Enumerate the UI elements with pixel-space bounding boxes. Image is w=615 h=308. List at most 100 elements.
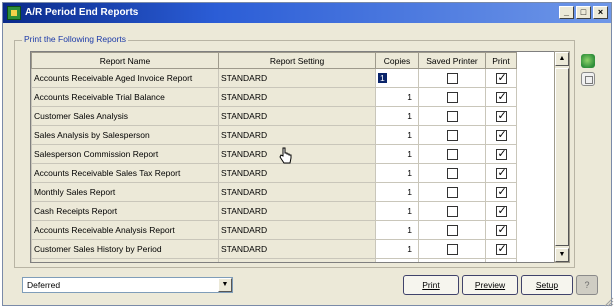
report-setting-cell[interactable]: STANDARD — [218, 201, 376, 221]
copies-cell[interactable]: 1 — [375, 163, 419, 183]
report-setting-cell[interactable]: STANDARD — [218, 182, 376, 202]
print-checkbox[interactable] — [495, 185, 507, 198]
copies-cell[interactable]: 1 — [375, 182, 419, 202]
report-setting-cell[interactable]: STANDARD — [218, 239, 376, 259]
row-filler — [516, 68, 557, 88]
print-checkbox[interactable] — [495, 128, 507, 141]
row-filler — [516, 239, 557, 259]
row-filler — [516, 201, 557, 221]
preview-button[interactable]: Preview — [462, 275, 518, 295]
copies-cell[interactable]: 1 — [375, 125, 419, 145]
saved-printer-cell — [418, 106, 486, 126]
print-checkbox[interactable] — [495, 90, 507, 103]
report-setting-cell[interactable]: STANDARD — [218, 144, 376, 164]
copies-cell[interactable]: 1 — [375, 68, 419, 88]
report-setting-cell[interactable]: STANDARD — [218, 220, 376, 240]
report-setting-cell[interactable]: STANDARD — [218, 87, 376, 107]
scroll-down-arrow-icon[interactable]: ▼ — [555, 248, 569, 262]
maximize-button[interactable]: □ — [576, 6, 591, 19]
copies-cell[interactable]: 1 — [375, 144, 419, 164]
refresh-icon[interactable] — [581, 54, 595, 68]
print-button[interactable]: Print — [403, 275, 459, 295]
setup-button[interactable]: Setup — [521, 275, 573, 295]
saved-printer-checkbox[interactable] — [446, 243, 458, 255]
table-row[interactable]: Accounts Receivable Aged Invoice Report S… — [31, 68, 557, 88]
table-row[interactable]: Monthly Sales Report STANDARD 1 — [31, 182, 557, 202]
saved-printer-checkbox[interactable] — [446, 148, 458, 160]
print-checkbox[interactable] — [495, 204, 507, 217]
saved-printer-checkbox[interactable] — [446, 110, 458, 122]
vertical-scrollbar[interactable]: ▲ ▼ — [554, 51, 570, 263]
report-name-cell[interactable]: Salesperson Commission Report — [31, 144, 219, 164]
table-row[interactable]: Accounts Receivable Analysis Report STAND… — [31, 220, 557, 240]
report-name-cell[interactable]: Accounts Receivable Sales Tax Report — [31, 163, 219, 183]
col-header-report-setting[interactable]: Report Setting — [218, 52, 376, 69]
saved-printer-checkbox[interactable] — [446, 129, 458, 141]
table-row[interactable]: Cash Receipts Report STANDARD 1 — [31, 201, 557, 221]
col-header-copies[interactable]: Copies — [375, 52, 419, 69]
print-checkbox[interactable] — [495, 71, 507, 84]
saved-printer-checkbox[interactable] — [446, 72, 458, 84]
row-filler — [516, 182, 557, 202]
minimize-button[interactable]: _ — [559, 6, 574, 19]
chevron-down-icon[interactable]: ▼ — [218, 278, 232, 292]
report-name-cell[interactable]: Cash Receipts Report — [31, 201, 219, 221]
copies-cell[interactable]: 1 — [375, 258, 419, 262]
saved-printer-cell — [418, 182, 486, 202]
table-row[interactable]: Sales Analysis by Salesperson STANDARD 1 — [31, 125, 557, 145]
group-label: Print the Following Reports — [22, 34, 129, 44]
print-cell — [485, 106, 517, 126]
table-body: Accounts Receivable Aged Invoice Report S… — [31, 68, 557, 262]
copies-cell[interactable]: 1 — [375, 220, 419, 240]
copy-icon[interactable] — [581, 72, 595, 86]
table-row[interactable]: Customer Sales History by Period STANDARD… — [31, 239, 557, 259]
print-checkbox[interactable] — [495, 109, 507, 122]
copies-cell[interactable]: 1 — [375, 87, 419, 107]
scroll-thumb[interactable] — [555, 68, 569, 246]
copies-cell[interactable]: 1 — [375, 201, 419, 221]
print-checkbox[interactable] — [495, 242, 507, 255]
saved-printer-cell — [418, 239, 486, 259]
close-button[interactable]: × — [593, 6, 608, 19]
title-bar[interactable]: A/R Period End Reports _ □ × — [3, 3, 611, 23]
saved-printer-checkbox[interactable] — [446, 186, 458, 198]
report-setting-cell[interactable]: STANDARD — [218, 163, 376, 183]
scroll-up-arrow-icon[interactable]: ▲ — [555, 52, 569, 66]
table-row[interactable]: Accounts Receivable Sales Tax Report STAN… — [31, 163, 557, 183]
print-checkbox[interactable] — [495, 223, 507, 236]
help-button[interactable]: ? — [576, 275, 598, 295]
table-row[interactable]: Customer Sales Analysis STANDARD 1 — [31, 106, 557, 126]
hand-cursor-icon — [279, 147, 292, 164]
report-setting-cell[interactable]: STANDARD — [218, 106, 376, 126]
report-name-cell[interactable]: Monthly Sales Report — [31, 182, 219, 202]
col-header-report-name[interactable]: Report Name — [31, 52, 219, 69]
saved-printer-checkbox[interactable] — [446, 205, 458, 217]
report-name-cell[interactable]: Customer Sales Analysis — [31, 106, 219, 126]
print-mode-dropdown[interactable]: Deferred ▼ — [22, 277, 233, 293]
col-header-print[interactable]: Print — [485, 52, 517, 69]
row-filler — [516, 125, 557, 145]
saved-printer-checkbox[interactable] — [446, 167, 458, 179]
table-row[interactable]: Salesperson Sales History by PeriodSTAND… — [31, 258, 557, 262]
report-name-cell[interactable]: Accounts Receivable Aged Invoice Report — [31, 68, 219, 88]
table-row[interactable]: Accounts Receivable Trial Balance STANDAR… — [31, 87, 557, 107]
resize-grip-icon[interactable] — [604, 297, 614, 307]
copies-selected-value[interactable]: 1 — [378, 73, 387, 83]
print-checkbox[interactable] — [495, 166, 507, 179]
saved-printer-checkbox[interactable] — [446, 91, 458, 103]
report-name-cell[interactable]: Salesperson Sales History by Period — [31, 258, 219, 262]
report-name-cell[interactable]: Accounts Receivable Analysis Report — [31, 220, 219, 240]
report-name-cell[interactable]: Sales Analysis by Salesperson — [31, 125, 219, 145]
report-setting-cell[interactable]: STANDARD — [218, 68, 376, 88]
copies-cell[interactable]: 1 — [375, 106, 419, 126]
copies-cell[interactable]: 1 — [375, 239, 419, 259]
report-setting-cell[interactable]: STANDARD — [218, 125, 376, 145]
print-checkbox[interactable] — [495, 147, 507, 160]
col-header-saved-printer[interactable]: Saved Printer — [418, 52, 486, 69]
report-setting-cell[interactable]: STANDARD — [218, 258, 376, 262]
saved-printer-cell — [418, 68, 486, 88]
table-row[interactable]: Salesperson Commission Report STANDARD 1 — [31, 144, 557, 164]
report-name-cell[interactable]: Customer Sales History by Period — [31, 239, 219, 259]
saved-printer-checkbox[interactable] — [446, 224, 458, 236]
report-name-cell[interactable]: Accounts Receivable Trial Balance — [31, 87, 219, 107]
